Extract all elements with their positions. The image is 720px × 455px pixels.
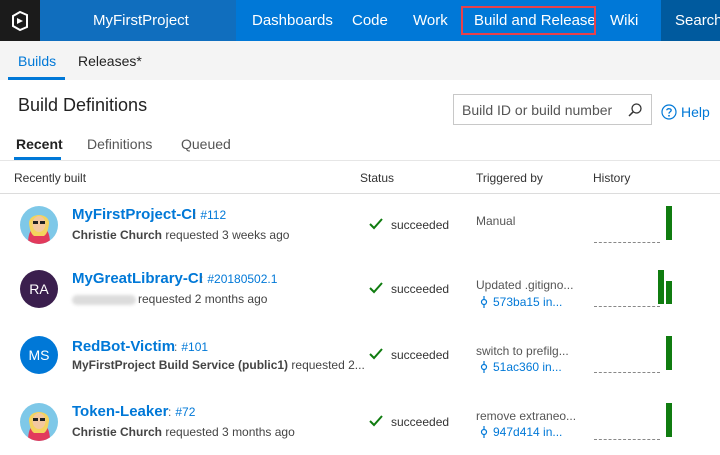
pivot-recent[interactable]: Recent <box>16 136 63 152</box>
requested-by: Christie Church requested 3 weeks ago <box>72 228 289 242</box>
highlight-box <box>461 6 596 35</box>
history-baseline <box>594 242 660 243</box>
nav-dashboards[interactable]: Dashboards <box>252 12 333 29</box>
history-bar[interactable] <box>666 206 672 240</box>
nav-wiki[interactable]: Wiki <box>610 12 638 29</box>
pivot-queued[interactable]: Queued <box>181 136 231 152</box>
checkmark-icon <box>369 282 383 294</box>
avatar <box>20 403 58 441</box>
build-search-box <box>453 94 652 125</box>
commit-link[interactable]: 573ba15 in... <box>479 295 562 309</box>
requested-by: requested 2 months ago <box>72 292 267 306</box>
definition-name-link[interactable]: MyFirstProject-CI <box>72 206 196 223</box>
build-number[interactable]: #72 <box>175 405 195 419</box>
avatar-initials: RA <box>29 281 49 297</box>
checkmark-icon <box>369 415 383 427</box>
column-header-status[interactable]: Status <box>360 171 394 185</box>
tab-builds[interactable]: Builds <box>18 53 56 69</box>
grid-header-divider <box>0 193 720 194</box>
top-navigation-bar: MyFirstProject Dashboards Code Work Buil… <box>0 0 720 41</box>
build-number[interactable]: #112 <box>200 208 226 222</box>
trigger-text: switch to prefilg... <box>476 344 569 358</box>
requested-time: requested 3 weeks ago <box>162 228 290 242</box>
redacted-name <box>72 294 136 305</box>
pivot-definitions[interactable]: Definitions <box>87 136 152 152</box>
help-circle-icon[interactable] <box>661 104 677 120</box>
commit-icon <box>480 361 488 373</box>
commit-link[interactable]: 947d414 in... <box>479 425 562 439</box>
definition-name-link[interactable]: RedBot-Victim <box>72 338 175 355</box>
requested-time: requested 2 months ago <box>138 292 268 306</box>
status-text: succeeded <box>391 415 450 429</box>
history-bar[interactable] <box>666 403 672 437</box>
build-number[interactable]: #101 <box>181 340 208 354</box>
history-bar[interactable] <box>658 270 664 304</box>
checkmark-icon <box>369 218 383 230</box>
project-name[interactable]: MyFirstProject <box>93 12 189 29</box>
requested-by: Christie Church requested 3 months ago <box>72 425 295 439</box>
commit-icon <box>480 296 488 308</box>
search-label[interactable]: Search <box>675 12 720 29</box>
build-number[interactable]: #20180502.1 <box>207 272 277 286</box>
history-baseline <box>594 306 660 307</box>
table-row[interactable]: RA MyGreatLibrary-CI : #20180502.1 reques… <box>0 270 720 334</box>
history-baseline <box>594 372 660 373</box>
avatar: RA <box>20 270 58 308</box>
avatar: MS <box>20 336 58 374</box>
column-header-history[interactable]: History <box>593 171 630 185</box>
trigger-text: Updated .gitigno... <box>476 278 574 292</box>
requester-name: MyFirstProject Build Service (public1) <box>72 358 289 372</box>
commit-icon <box>480 426 488 438</box>
history-bar[interactable] <box>666 281 672 304</box>
definition-name-link[interactable]: Token-Leaker <box>72 403 168 420</box>
history-bar[interactable] <box>666 336 672 370</box>
column-header-triggered-by[interactable]: Triggered by <box>476 171 543 185</box>
build-number-link[interactable]: : #112 <box>193 208 226 222</box>
trigger-text: remove extraneo... <box>476 409 577 423</box>
checkmark-icon <box>369 348 383 360</box>
avatar <box>20 206 58 244</box>
requested-by: MyFirstProject Build Service (public1) r… <box>72 358 365 372</box>
tab-releases[interactable]: Releases* <box>78 53 142 69</box>
column-header-recently-built[interactable]: Recently built <box>14 171 86 185</box>
nav-code[interactable]: Code <box>352 12 388 29</box>
trigger-text: Manual <box>476 214 516 228</box>
build-number-link[interactable]: : #101 <box>174 340 208 354</box>
build-number-link[interactable]: : #20180502.1 <box>200 272 277 286</box>
status-text: succeeded <box>391 348 450 362</box>
vsts-logo-icon[interactable] <box>0 0 40 41</box>
commit-id[interactable]: 573ba15 in... <box>493 295 562 309</box>
table-row[interactable]: MyFirstProject-CI : #112 Christie Church … <box>0 206 720 270</box>
history-baseline <box>594 439 660 440</box>
commit-id[interactable]: 51ac360 in... <box>493 360 562 374</box>
help-link[interactable]: Help <box>681 104 710 120</box>
pivot-divider <box>0 160 720 161</box>
nav-work[interactable]: Work <box>413 12 448 29</box>
build-search-input[interactable] <box>462 101 622 119</box>
requested-time: requested 2... <box>288 358 365 372</box>
search-icon[interactable] <box>627 102 643 118</box>
status-text: succeeded <box>391 282 450 296</box>
requester-name: Christie Church <box>72 228 163 242</box>
table-row[interactable]: MS RedBot-Victim : #101 MyFirstProject Bu… <box>0 336 720 400</box>
build-number-link[interactable]: : #72 <box>168 405 195 419</box>
requested-time: requested 3 months ago <box>162 425 295 439</box>
requester-name: Christie Church <box>72 425 163 439</box>
definition-name-link[interactable]: MyGreatLibrary-CI <box>72 270 203 287</box>
avatar-initials: MS <box>28 347 50 363</box>
table-row[interactable]: Token-Leaker : #72 Christie Church reques… <box>0 403 720 455</box>
status-text: succeeded <box>391 218 450 232</box>
active-tab-indicator <box>8 77 65 80</box>
commit-id[interactable]: 947d414 in... <box>493 425 562 439</box>
commit-link[interactable]: 51ac360 in... <box>479 360 562 374</box>
page-title: Build Definitions <box>18 95 148 115</box>
